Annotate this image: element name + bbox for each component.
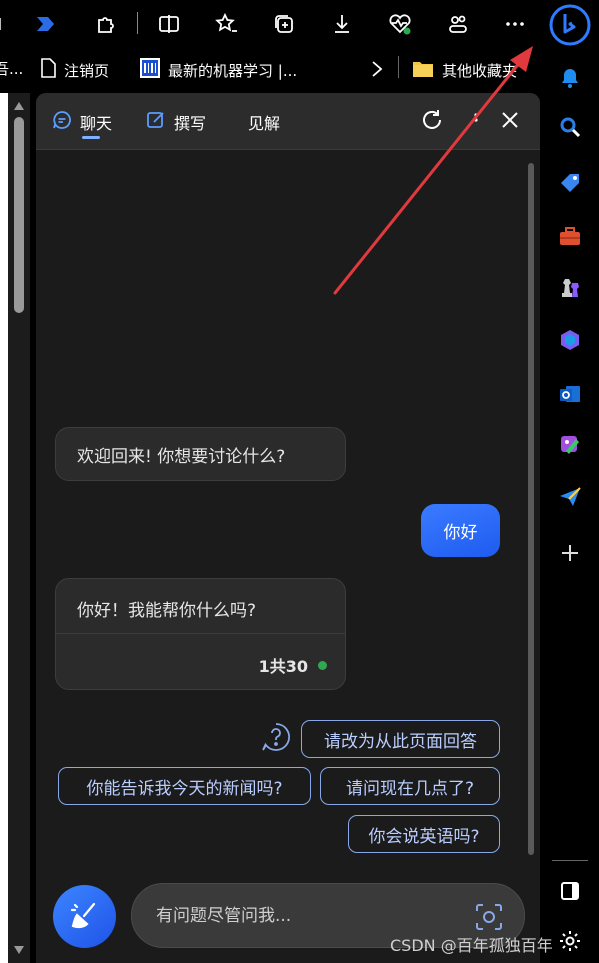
favorite-item-logout[interactable]: 注销页: [40, 58, 109, 82]
more-options-icon[interactable]: [501, 10, 529, 38]
bing-chat-icon[interactable]: [548, 3, 592, 47]
favorite-item-ml[interactable]: 最新的机器学习 |...: [140, 58, 297, 82]
visual-search-icon[interactable]: [474, 902, 504, 936]
favorite-label: 其他收藏夹: [442, 61, 518, 80]
download-icon[interactable]: [328, 10, 356, 38]
favorites-overflow-chevron-icon[interactable]: [370, 60, 384, 78]
favorite-folder-other[interactable]: 其他收藏夹: [412, 58, 517, 82]
favorites-divider: [398, 56, 399, 78]
collections-icon[interactable]: [270, 10, 298, 38]
site-favicon-icon: [140, 58, 160, 82]
turn-counter: 1共30: [259, 653, 327, 677]
tools-toolbox-icon[interactable]: [557, 223, 583, 249]
close-icon[interactable]: [497, 107, 523, 133]
notification-bell-icon[interactable]: [557, 65, 583, 91]
browser-essentials-icon[interactable]: [386, 10, 414, 38]
chat-bubble-icon: [52, 110, 72, 134]
designer-icon[interactable]: [557, 432, 583, 458]
suggestion-chip[interactable]: 你会说英语吗?: [348, 815, 500, 853]
chat-scrollbar[interactable]: [528, 163, 534, 855]
favorite-label: 注销页: [64, 61, 110, 80]
new-topic-button[interactable]: [53, 885, 116, 948]
page-icon: [40, 58, 56, 82]
search-icon[interactable]: [557, 114, 583, 140]
suggestion-chip[interactable]: 请改为从此页面回答: [301, 720, 500, 758]
send-paper-plane-icon[interactable]: [557, 484, 583, 510]
split-screen-icon[interactable]: [155, 10, 183, 38]
hide-sidebar-icon[interactable]: [557, 878, 583, 904]
message-divider: [56, 633, 345, 634]
broom-icon: [68, 898, 102, 936]
tab-label: 聊天: [80, 114, 113, 133]
favorite-label: 最新的机器学习 |...: [168, 61, 298, 80]
suggestion-chip[interactable]: 你能告诉我今天的新闻吗?: [58, 767, 311, 805]
user-message: 你好: [421, 504, 500, 557]
tab-label: 见解: [248, 114, 281, 133]
edge-sidebar: [540, 48, 599, 963]
watermark: CSDN @百年孤独百年: [390, 936, 553, 955]
favorite-item-partial[interactable]: 吾...: [0, 58, 23, 79]
favorite-label: 吾...: [0, 60, 24, 78]
favorites-icon[interactable]: [213, 10, 241, 38]
tab-label: 撰写: [174, 114, 207, 133]
settings-gear-icon[interactable]: [557, 928, 583, 954]
turn-counter-text: 1共30: [258, 657, 308, 676]
tab-compose[interactable]: 撰写: [146, 110, 206, 134]
partial-icon: [0, 10, 14, 38]
suggestion-chip[interactable]: 请问现在几点了?: [320, 767, 500, 805]
message-text: 你好！我能帮你什么吗?: [77, 601, 257, 621]
extensions-icon[interactable]: [91, 10, 119, 38]
scroll-up-icon[interactable]: [13, 101, 25, 111]
tab-insights[interactable]: 见解: [248, 110, 280, 134]
page-scroll-thumb[interactable]: [14, 117, 24, 313]
message-text: 欢迎回来! 你想要讨论什么?: [77, 447, 286, 467]
toolbar-divider: [137, 12, 138, 34]
favorites-bar: 吾... 注销页 最新的机器学习 |... 其他收藏夹: [0, 48, 540, 88]
folder-icon: [412, 58, 434, 82]
browser-toolbar: [0, 0, 599, 48]
page-scrollbar[interactable]: [8, 93, 30, 963]
power-automate-icon[interactable]: [32, 10, 60, 38]
scroll-down-icon[interactable]: [13, 945, 25, 955]
assistant-message-reply: 你好！我能帮你什么吗? 1共30: [55, 578, 346, 690]
status-dot: [318, 660, 327, 670]
page-content-edge: [0, 93, 8, 963]
help-question-icon[interactable]: [261, 722, 291, 752]
shopping-tag-icon[interactable]: [557, 170, 583, 196]
games-chess-icon[interactable]: [557, 274, 583, 300]
tab-chat[interactable]: 聊天: [52, 110, 113, 139]
chat-input[interactable]: [156, 904, 456, 928]
assistant-message-welcome: 欢迎回来! 你想要讨论什么?: [55, 427, 346, 481]
compose-icon: [146, 110, 166, 134]
add-icon[interactable]: [557, 540, 583, 566]
refresh-icon[interactable]: [419, 107, 445, 133]
chat-panel-header: 聊天 撰写 见解: [36, 93, 540, 150]
copilot-sidebar-icon[interactable]: [444, 10, 472, 38]
microsoft-365-icon[interactable]: [557, 327, 583, 353]
message-text: 你好: [443, 523, 478, 543]
more-vertical-icon[interactable]: [463, 107, 489, 133]
sidebar-divider: [552, 860, 588, 861]
outlook-icon[interactable]: [557, 381, 583, 407]
